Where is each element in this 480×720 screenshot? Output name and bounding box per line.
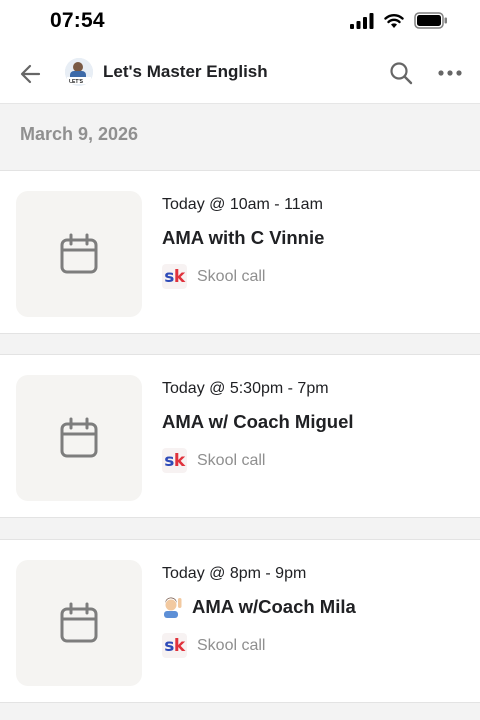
- skool-logo-icon: sk: [162, 264, 187, 289]
- skool-logo-icon: sk: [162, 448, 187, 473]
- event-type-label: Skool call: [197, 451, 266, 469]
- event-type-label: Skool call: [197, 636, 266, 654]
- search-icon[interactable]: [388, 60, 414, 86]
- signal-icon: [350, 12, 374, 29]
- event-title: AMA w/ Coach Miguel: [162, 411, 354, 433]
- event-type: sk Skool call: [162, 448, 265, 473]
- logo-s: s: [164, 635, 174, 656]
- event-type: sk Skool call: [162, 633, 265, 658]
- event-title: AMA w/Coach Mila: [162, 596, 356, 618]
- event-type-label: Skool call: [197, 267, 266, 285]
- date-section-header: March 9, 2026: [0, 104, 480, 170]
- avatar-text: LET'S: [69, 79, 84, 85]
- event-title-text: AMA with C Vinnie: [162, 227, 325, 248]
- event-time: Today @ 8pm - 9pm: [162, 565, 307, 582]
- app-header: LET'S Let's Master English: [0, 44, 480, 104]
- skool-logo-icon: sk: [162, 633, 187, 658]
- logo-k: k: [173, 635, 185, 656]
- event-type: sk Skool call: [162, 264, 265, 289]
- event-time: Today @ 5:30pm - 7pm: [162, 380, 329, 397]
- event-card[interactable]: Today @ 10am - 11am AMA with C Vinnie sk…: [0, 170, 480, 334]
- logo-s: s: [164, 450, 174, 471]
- event-title-text: AMA w/ Coach Miguel: [162, 411, 354, 432]
- date-label: March 9, 2026: [20, 124, 139, 144]
- calendar-icon: [60, 233, 98, 274]
- logo-s: s: [164, 266, 174, 287]
- group-title[interactable]: Let's Master English: [103, 62, 268, 82]
- calendar-icon: [60, 417, 98, 458]
- event-title-text: AMA w/Coach Mila: [192, 596, 356, 617]
- logo-k: k: [173, 266, 185, 287]
- event-card[interactable]: Today @ 8pm - 9pm AMA w/Coach Mila sk Sk…: [0, 539, 480, 703]
- wifi-icon: [384, 13, 404, 28]
- event-title: AMA with C Vinnie: [162, 227, 324, 249]
- status-time: 07:54: [50, 9, 105, 32]
- back-arrow-icon[interactable]: [18, 61, 44, 87]
- more-icon[interactable]: [437, 62, 463, 84]
- event-time: Today @ 10am - 11am: [162, 196, 323, 213]
- status-icons: [350, 12, 448, 29]
- event-thumbnail: [16, 375, 142, 501]
- event-thumbnail: [16, 191, 142, 317]
- battery-icon: [414, 12, 447, 29]
- event-list: March 9, 2026 Today @ 10am - 11am AMA wi…: [0, 104, 480, 720]
- group-avatar[interactable]: LET'S: [65, 58, 93, 86]
- event-thumbnail: [16, 560, 142, 686]
- logo-k: k: [173, 450, 185, 471]
- event-card[interactable]: Today @ 5:30pm - 7pm AMA w/ Coach Miguel…: [0, 354, 480, 518]
- avatar-image: LET'S: [65, 58, 93, 86]
- person-raising-hand-icon: [164, 597, 182, 618]
- calendar-icon: [60, 602, 98, 643]
- status-bar: 07:54: [0, 0, 480, 44]
